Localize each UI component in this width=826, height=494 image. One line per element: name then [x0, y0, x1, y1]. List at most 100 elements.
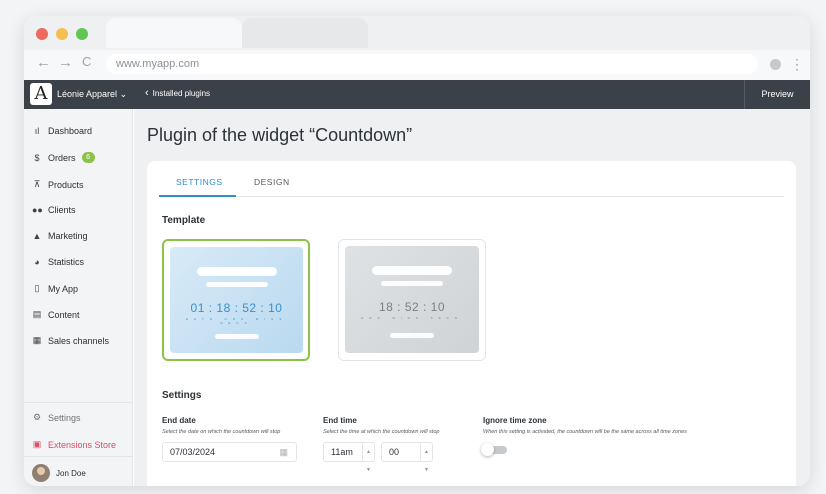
placeholder-title-bar: [197, 267, 277, 276]
browser-tab[interactable]: [242, 18, 368, 48]
minute-value: 00: [389, 447, 400, 457]
end-time-minute-select[interactable]: 00 ▲ ▼: [381, 442, 433, 473]
bar-chart-icon: ıl: [34, 126, 40, 136]
extension-store-icon: ▣: [32, 439, 42, 449]
sidebar-item-content[interactable]: ▤ Content: [32, 309, 80, 320]
profile-icon[interactable]: [770, 59, 781, 70]
sidebar-item-label: Marketing: [48, 231, 88, 241]
tab-design[interactable]: DESIGN: [254, 177, 290, 187]
sidebar-item-label: Orders: [48, 152, 76, 163]
end-date-label: End date: [162, 416, 196, 425]
toggle-knob: [481, 443, 494, 456]
forward-arrow-icon[interactable]: →: [58, 54, 73, 71]
store-name: Léonie Apparel: [57, 89, 118, 99]
sidebar-item-sales-channels[interactable]: ▦ Sales channels: [32, 335, 109, 346]
browser-nav-row: ← → C www.myapp.com ⋮: [24, 50, 810, 80]
active-tab-indicator: [159, 195, 236, 197]
countdown-units: DAYS HRS MINS SECS: [185, 317, 288, 325]
ignore-timezone-label: Ignore time zone: [483, 416, 547, 425]
sidebar-item-label: Sales channels: [48, 335, 110, 346]
back-arrow-icon[interactable]: ←: [36, 54, 51, 71]
sidebar-item-my-app[interactable]: ▯ My App: [32, 283, 79, 294]
maximize-window-dot[interactable]: [76, 28, 88, 40]
browser-tab-active[interactable]: [106, 18, 242, 48]
browser-chrome: ← → C www.myapp.com ⋮: [24, 16, 810, 80]
document-icon: ▤: [32, 309, 42, 319]
hour-value: 11am: [331, 447, 353, 457]
store-logo[interactable]: A: [30, 83, 52, 105]
user-profile[interactable]: Jon Doe: [32, 464, 86, 482]
sidebar-item-label: Statistics: [48, 257, 85, 267]
back-link-label: Installed plugins: [152, 88, 211, 98]
back-to-plugins-link[interactable]: ‹ Installed plugins: [145, 87, 210, 99]
phone-icon: ▯: [34, 283, 40, 293]
template-option-without-days[interactable]: 18 : 52 : 10 HRS MINS SECS: [338, 239, 486, 361]
sidebar-item-marketing[interactable]: ▲ Marketing: [32, 231, 88, 241]
app-header: A Léonie Apparel ⌄ ‹ Installed plugins Pr…: [24, 80, 810, 109]
dollar-icon: $: [34, 152, 40, 163]
sidebar-item-statistics[interactable]: ◕ Statistics: [32, 257, 84, 267]
template-option-with-days[interactable]: 01 : 18 : 52 : 10 DAYS HRS MINS SECS: [162, 239, 310, 361]
minimize-window-dot[interactable]: [56, 28, 68, 40]
sidebar-item-label: Settings: [48, 412, 81, 423]
sidebar-item-settings[interactable]: ⚙ Settings: [32, 412, 81, 423]
calendar-icon[interactable]: ▦: [279, 447, 288, 458]
reload-icon[interactable]: C: [82, 54, 91, 69]
browser-window: ← → C www.myapp.com ⋮ A Léonie Apparel ⌄…: [24, 16, 810, 486]
chevron-down-icon: ⌄: [119, 89, 128, 99]
end-time-label: End time: [323, 416, 357, 425]
plugin-card: SETTINGS DESIGN Template 01 : 18 : 52 : …: [147, 161, 796, 486]
end-time-hour-select[interactable]: 11am ▲ ▼: [323, 442, 375, 473]
user-name: Jon Doe: [56, 468, 86, 478]
more-menu-icon[interactable]: ⋮: [790, 54, 804, 74]
close-window-dot[interactable]: [36, 28, 48, 40]
sidebar-item-label: Products: [48, 179, 84, 190]
sidebar-item-label: Clients: [48, 205, 76, 215]
cart-icon: ⊼: [33, 179, 41, 189]
end-date-field[interactable]: 07/03/2024 ▦: [162, 442, 297, 462]
ignore-timezone-help: When this setting is activated, the coun…: [483, 429, 687, 435]
sidebar-item-extensions-store[interactable]: ▣ Extensions Store: [32, 439, 116, 450]
tab-settings[interactable]: SETTINGS: [176, 177, 223, 187]
sidebar: ıl Dashboard $ Orders 6 ⊼ Products ●● Clients…: [24, 109, 133, 486]
orders-count-badge: 6: [81, 152, 95, 163]
sidebar-item-products[interactable]: ⊼ Products: [32, 179, 84, 190]
main-content: Plugin of the widget “Countdown” SETTING…: [134, 109, 810, 486]
sidebar-item-label: Extensions Store: [48, 439, 117, 450]
countdown-units: HRS MINS SECS: [361, 316, 463, 320]
gear-icon: ⚙: [32, 412, 42, 422]
users-icon: ●●: [32, 205, 43, 215]
sidebar-item-label: Content: [48, 309, 80, 320]
page-title: Plugin of the widget “Countdown”: [147, 125, 413, 145]
url-bar[interactable]: www.myapp.com: [106, 54, 758, 74]
store-switcher[interactable]: Léonie Apparel ⌄: [57, 89, 127, 100]
ignore-timezone-toggle[interactable]: [481, 443, 507, 456]
countdown-timer: 18 : 52 : 10: [378, 300, 446, 314]
placeholder-button-bar: [215, 334, 259, 339]
end-date-value: 07/03/2024: [170, 447, 216, 457]
placeholder-subtitle-bar: [381, 281, 443, 286]
preview-button[interactable]: Preview: [744, 80, 810, 109]
store-icon: ▦: [32, 335, 42, 345]
sidebar-item-label: Dashboard: [48, 126, 93, 136]
template-preview: 01 : 18 : 52 : 10 DAYS HRS MINS SECS: [170, 247, 303, 353]
template-preview: 18 : 52 : 10 HRS MINS SECS: [345, 246, 479, 353]
chevron-left-icon: ‹: [145, 87, 149, 99]
chevron-updown-icon: ▲ ▼: [420, 443, 432, 473]
placeholder-title-bar: [372, 266, 452, 275]
placeholder-button-bar: [390, 333, 434, 338]
end-date-help: Select the date on which the countdown w…: [162, 429, 281, 435]
template-section-title: Template: [162, 215, 206, 226]
sidebar-divider: [24, 456, 133, 457]
avatar: [32, 464, 50, 482]
sidebar-item-clients[interactable]: ●● Clients: [32, 205, 76, 215]
pie-chart-icon: ◕: [34, 257, 40, 267]
sidebar-divider: [24, 402, 133, 403]
end-time-help: Select the time at which the countdown w…: [323, 429, 440, 435]
sidebar-item-dashboard[interactable]: ıl Dashboard: [32, 126, 92, 136]
sidebar-item-orders[interactable]: $ Orders 6: [32, 152, 95, 163]
placeholder-subtitle-bar: [206, 282, 268, 287]
bell-icon: ▲: [32, 231, 42, 241]
settings-section-title: Settings: [162, 390, 202, 401]
window-controls: [36, 28, 88, 40]
